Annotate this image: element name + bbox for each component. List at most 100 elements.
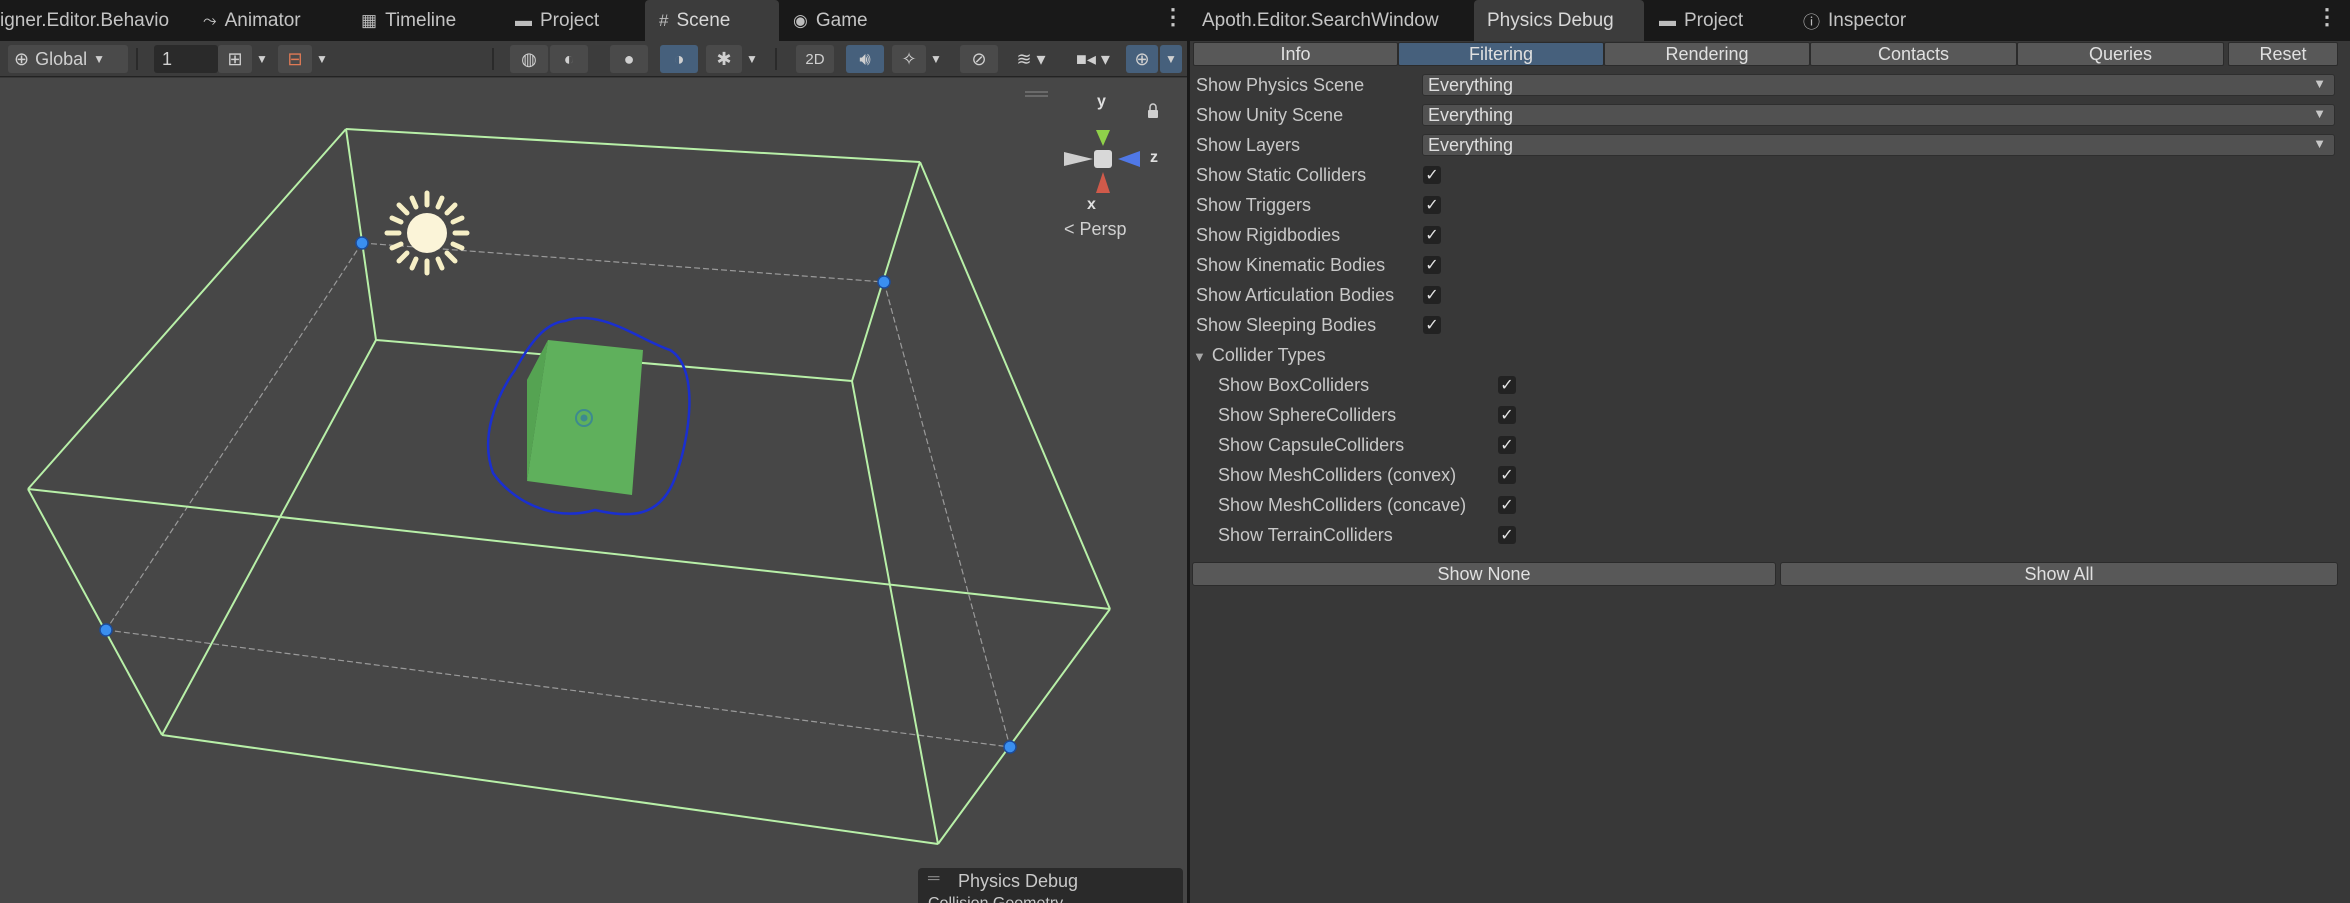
- chevron-down-icon: ▼: [746, 52, 758, 66]
- toolbar-separator: [492, 48, 494, 70]
- gizmos-dropdown[interactable]: ▼: [1160, 45, 1182, 73]
- subtab-info[interactable]: Info: [1193, 42, 1398, 66]
- show-sleeping-bodies-checkbox[interactable]: ✓: [1423, 316, 1441, 334]
- debug-bug-button[interactable]: ✱: [706, 45, 742, 73]
- sun-core: [407, 213, 447, 253]
- subtab-queries[interactable]: Queries: [2017, 42, 2224, 66]
- dropdown-value: Everything: [1428, 104, 1514, 125]
- tab-project[interactable]: ▬ Project: [515, 0, 599, 41]
- show-all-button[interactable]: Show All: [1780, 562, 2338, 586]
- grid-icon: #: [659, 10, 669, 30]
- more-options-icon[interactable]: ⋮: [2316, 4, 2338, 30]
- wireframe-sphere-icon: ◍: [521, 48, 537, 69]
- shaded-button[interactable]: ●: [610, 45, 648, 73]
- tab-physics-debug[interactable]: Physics Debug: [1474, 0, 1644, 41]
- reset-button[interactable]: Reset: [2228, 42, 2338, 66]
- show-spherecolliders-checkbox[interactable]: ✓: [1498, 406, 1516, 424]
- show-capsulecolliders-checkbox[interactable]: ✓: [1498, 436, 1516, 454]
- physics-debug-overlay[interactable]: ═ Physics Debug Collision Geometry: [918, 868, 1183, 903]
- show-triggers-label: Show Triggers: [1196, 195, 1312, 215]
- tab-search-window[interactable]: Apoth.Editor.SearchWindow: [1202, 0, 1439, 41]
- subtab-rendering[interactable]: Rendering: [1604, 42, 1810, 66]
- shaded-wireframe-button[interactable]: ◐: [550, 45, 588, 73]
- layers-icon: ≋ ▾: [1016, 48, 1046, 69]
- tab-behavior-designer[interactable]: igner.Editor.Behavio: [0, 0, 175, 41]
- reset-label: Reset: [2259, 43, 2307, 64]
- tab-project-right[interactable]: ▬ Project: [1659, 0, 1743, 41]
- tab-label: Game: [815, 9, 868, 31]
- wire-box-hidden-edges: [105, 242, 1011, 748]
- show-kinematic-bodies-checkbox[interactable]: ✓: [1423, 256, 1441, 274]
- increment-snap-icon: ⊟: [287, 48, 303, 69]
- scene-viewport[interactable]: y z x < Persp ═ Physics Debug Collision …: [0, 78, 1187, 903]
- subtab-label: Contacts: [1877, 43, 1950, 64]
- tab-animator[interactable]: ⤳ Animator: [203, 0, 301, 41]
- show-static-colliders-checkbox[interactable]: ✓: [1423, 166, 1441, 184]
- grid-snap-input[interactable]: 1: [154, 45, 218, 73]
- grid-snapping-button[interactable]: ⊞: [218, 45, 252, 73]
- show-boxcolliders-label: Show BoxColliders: [1218, 375, 1370, 395]
- show-none-button[interactable]: Show None: [1192, 562, 1776, 586]
- folder-icon: ▬: [515, 10, 532, 30]
- show-layers-dropdown[interactable]: Everything ▼: [1422, 134, 2335, 156]
- show-meshcolliders-concave-checkbox[interactable]: ✓: [1498, 496, 1516, 514]
- show-terraincolliders-checkbox[interactable]: ✓: [1498, 526, 1516, 544]
- gizmo-z-label: z: [1150, 149, 1158, 166]
- tab-label: Physics Debug: [1487, 9, 1614, 31]
- subtab-label: Rendering: [1665, 43, 1749, 64]
- subtab-contacts[interactable]: Contacts: [1810, 42, 2017, 66]
- show-physics-scene-dropdown[interactable]: Everything ▼: [1422, 74, 2335, 96]
- inspector-tab-bar: Apoth.Editor.SearchWindow Physics Debug …: [1189, 0, 2350, 41]
- bug-icon: ✱: [716, 48, 732, 69]
- show-articulation-bodies-label: Show Articulation Bodies: [1196, 285, 1395, 305]
- audio-toggle-button[interactable]: 🔊︎: [846, 45, 884, 73]
- subtab-label: Filtering: [1468, 43, 1534, 64]
- show-spherecolliders-label: Show SphereColliders: [1218, 405, 1397, 425]
- subtab-filtering[interactable]: Filtering: [1398, 42, 1604, 66]
- draw-mode-dropdown[interactable]: ▼: [742, 45, 762, 73]
- collider-types-foldout[interactable]: ▼ Collider Types: [1193, 345, 1326, 366]
- show-boxcolliders-checkbox[interactable]: ✓: [1498, 376, 1516, 394]
- hidden-eye-icon: ⊘: [971, 48, 987, 69]
- subtab-label: Queries: [2088, 43, 2153, 64]
- chevron-down-icon: ▼: [316, 52, 328, 66]
- show-rigidbodies-label: Show Rigidbodies: [1196, 225, 1341, 245]
- increment-snap-dropdown[interactable]: ▼: [312, 45, 332, 73]
- globe-icon: ⊕: [14, 48, 30, 69]
- effects-dropdown[interactable]: ▼: [926, 45, 946, 73]
- debug-draw-mode-button[interactable]: ◑: [660, 45, 698, 73]
- toolbar-separator: [775, 48, 777, 70]
- layers-button[interactable]: ≋ ▾: [1008, 45, 1054, 73]
- tab-scene[interactable]: # Scene: [645, 0, 779, 41]
- increment-snap-button[interactable]: ⊟: [278, 45, 312, 73]
- grid-snapping-dropdown[interactable]: ▼: [252, 45, 272, 73]
- wireframe-shading-button[interactable]: ◍: [510, 45, 548, 73]
- show-articulation-bodies-checkbox[interactable]: ✓: [1423, 286, 1441, 304]
- effects-toggle-button[interactable]: ✧: [892, 45, 926, 73]
- gizmo-x-label: x: [1087, 196, 1096, 213]
- tab-inspector[interactable]: ⓘ Inspector: [1803, 0, 1906, 41]
- more-options-icon[interactable]: ⋮: [1162, 4, 1184, 30]
- tab-label: Timeline: [385, 9, 457, 31]
- tab-label: Apoth.Editor.SearchWindow: [1202, 9, 1439, 31]
- chevron-down-icon: ▼: [2313, 106, 2326, 121]
- tab-label: Scene: [676, 9, 731, 31]
- tab-timeline[interactable]: ▦ Timeline: [361, 0, 456, 41]
- show-meshcolliders-convex-checkbox[interactable]: ✓: [1498, 466, 1516, 484]
- camera-button[interactable]: ■◂ ▾: [1066, 45, 1120, 73]
- gizmos-button[interactable]: ⊕: [1126, 45, 1158, 73]
- 2d-toggle-button[interactable]: 2D: [796, 45, 834, 73]
- projection-toggle[interactable]: < Persp: [1064, 219, 1127, 240]
- show-rigidbodies-checkbox[interactable]: ✓: [1423, 226, 1441, 244]
- toolbar-separator: [136, 48, 138, 70]
- chevron-down-icon: ▼: [93, 52, 106, 66]
- scene-visibility-button[interactable]: ⊘: [960, 45, 998, 73]
- tab-label: Inspector: [1828, 9, 1907, 31]
- gamepad-icon: ◉: [793, 10, 808, 30]
- show-triggers-checkbox[interactable]: ✓: [1423, 196, 1441, 214]
- show-terraincolliders-label: Show TerrainColliders: [1218, 525, 1393, 545]
- tab-game[interactable]: ◉ Game: [793, 0, 868, 41]
- pivot-rotation-dropdown[interactable]: ⊕ Global ▼: [8, 45, 128, 73]
- show-unity-scene-dropdown[interactable]: Everything ▼: [1422, 104, 2335, 126]
- tab-label: igner.Editor.Behavio: [0, 9, 170, 31]
